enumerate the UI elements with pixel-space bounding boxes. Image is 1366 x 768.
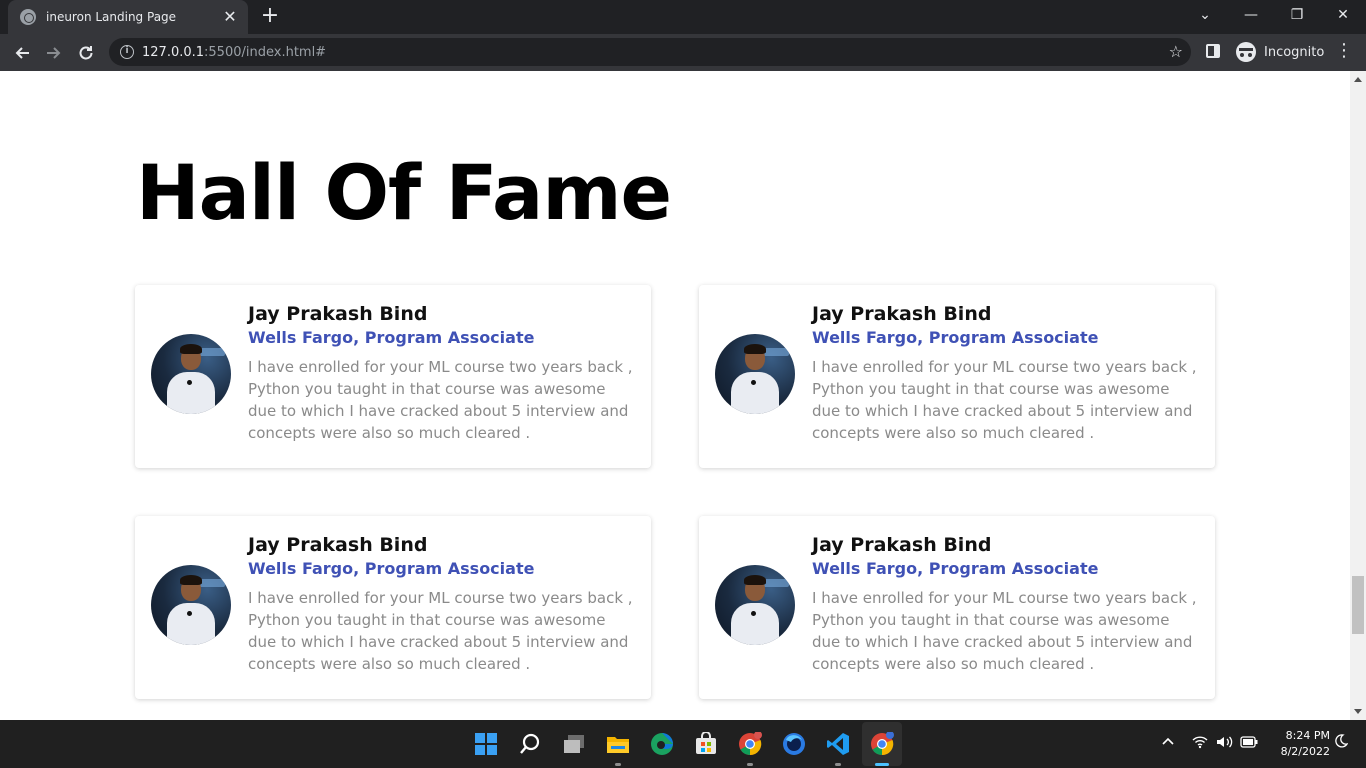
testimonial-name: Jay Prakash Bind — [248, 303, 428, 325]
battery-icon[interactable] — [1240, 736, 1258, 752]
bookmark-star-icon[interactable]: ☆ — [1169, 42, 1183, 61]
chrome-active-icon[interactable] — [870, 731, 894, 756]
tab-close-icon[interactable]: ✕ — [222, 9, 238, 25]
incognito-icon — [1236, 42, 1256, 62]
reload-icon — [79, 46, 93, 60]
chrome-icon[interactable] — [738, 731, 762, 756]
testimonial-card: Jay Prakash Bind Wells Fargo, Program As… — [135, 285, 651, 468]
running-indicator — [835, 763, 841, 766]
tab-title: ineuron Landing Page — [46, 10, 177, 24]
close-window-button[interactable]: ✕ — [1320, 0, 1366, 30]
scroll-down-icon[interactable] — [1354, 709, 1362, 714]
avatar — [715, 334, 795, 414]
store-icon[interactable] — [694, 731, 718, 756]
page-scrollbar[interactable] — [1350, 71, 1366, 720]
search-icon[interactable] — [518, 732, 542, 756]
testimonial-role: Wells Fargo, Program Associate — [812, 559, 1099, 578]
page-title: Hall Of Fame — [136, 148, 672, 237]
edge-icon[interactable] — [650, 732, 674, 756]
arrow-left-icon — [15, 47, 29, 59]
scroll-up-icon[interactable] — [1354, 77, 1362, 82]
tab-search-button[interactable]: ⌄ — [1182, 0, 1228, 30]
new-tab-button[interactable]: + — [259, 5, 281, 27]
url-host: 127.0.0.1 — [142, 44, 205, 60]
browser-toolbar: i 127.0.0.1:5500/index.html# ☆ — [0, 34, 1366, 71]
testimonial-role: Wells Fargo, Program Associate — [812, 328, 1099, 347]
testimonial-role: Wells Fargo, Program Associate — [248, 559, 535, 578]
avatar — [151, 334, 231, 414]
file-explorer-icon[interactable] — [606, 732, 630, 756]
scrollbar-thumb[interactable] — [1352, 576, 1364, 634]
chevron-up-icon[interactable] — [1161, 734, 1175, 752]
tab-strip: ineuron Landing Page ✕ + ⌄ — ❐ ✕ — [0, 0, 1366, 34]
avatar — [151, 565, 231, 645]
back-button[interactable] — [9, 40, 35, 66]
info-icon[interactable]: i — [120, 45, 134, 59]
wifi-icon[interactable] — [1192, 735, 1208, 753]
testimonial-role: Wells Fargo, Program Associate — [248, 328, 535, 347]
testimonial-name: Jay Prakash Bind — [812, 534, 992, 556]
vscode-icon[interactable] — [826, 732, 850, 756]
task-view-icon[interactable] — [562, 732, 586, 756]
start-icon[interactable] — [474, 732, 498, 756]
testimonial-card: Jay Prakash Bind Wells Fargo, Program As… — [135, 516, 651, 699]
clock-time: 8:24 PM — [1285, 729, 1330, 742]
page-viewport: Hall Of Fame Jay Prakash Bind Wells Farg… — [0, 71, 1350, 720]
clock-date: 8/2/2022 — [1280, 745, 1330, 758]
testimonial-text: I have enrolled for your ML course two y… — [248, 358, 633, 442]
system-clock[interactable]: 8:24 PM 8/2/2022 — [1268, 728, 1330, 760]
avatar — [715, 565, 795, 645]
forward-button[interactable] — [41, 40, 67, 66]
incognito-profile-button[interactable]: Incognito — [1232, 38, 1334, 66]
arrow-right-icon — [47, 47, 61, 59]
reload-button[interactable] — [73, 40, 99, 66]
globe-icon — [20, 9, 36, 25]
address-bar[interactable]: i 127.0.0.1:5500/index.html# ☆ — [109, 38, 1191, 66]
testimonial-card: Jay Prakash Bind Wells Fargo, Program As… — [699, 516, 1215, 699]
testimonial-card: Jay Prakash Bind Wells Fargo, Program As… — [699, 285, 1215, 468]
active-indicator — [875, 763, 889, 766]
incognito-label: Incognito — [1264, 44, 1325, 60]
testimonial-name: Jay Prakash Bind — [812, 303, 992, 325]
browser-tab[interactable]: ineuron Landing Page ✕ — [8, 0, 248, 34]
testimonial-text: I have enrolled for your ML course two y… — [812, 358, 1197, 442]
testimonial-text: I have enrolled for your ML course two y… — [248, 589, 633, 673]
restore-button[interactable]: ❐ — [1274, 0, 1320, 30]
minimize-button[interactable]: — — [1228, 0, 1274, 30]
volume-icon[interactable] — [1216, 735, 1234, 753]
url-path: :5500/index.html# — [204, 44, 327, 60]
moon-icon[interactable] — [1334, 734, 1349, 752]
testimonial-name: Jay Prakash Bind — [248, 534, 428, 556]
side-panel-icon[interactable] — [1206, 44, 1220, 58]
browser-menu-icon[interactable]: ⋮ — [1334, 40, 1354, 61]
running-indicator — [615, 763, 621, 766]
firefox-icon[interactable] — [782, 732, 806, 756]
testimonial-text: I have enrolled for your ML course two y… — [812, 589, 1197, 673]
running-indicator — [747, 763, 753, 766]
